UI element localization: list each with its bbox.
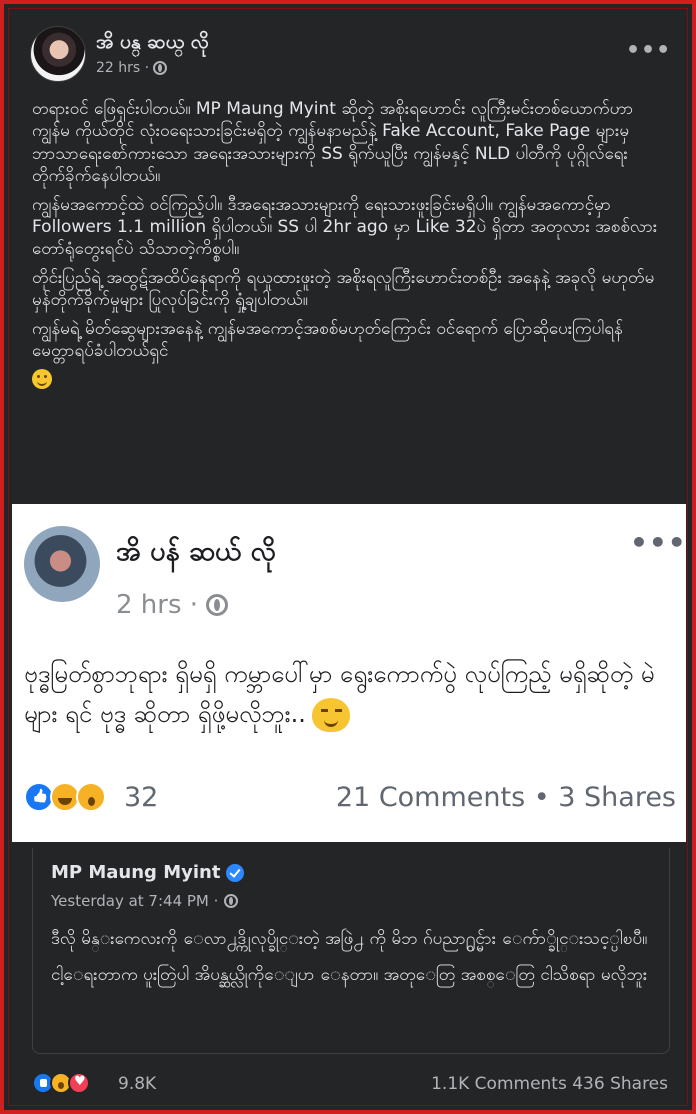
embedded-comment-share-stats: 21 Comments • 3 Shares (335, 782, 676, 813)
post-time[interactable]: 22 hrs · (96, 60, 149, 76)
embedded-more-icon: ••• (630, 526, 687, 559)
embedded-post-screenshot[interactable]: အိ ပန် ဆယ် လို 2 hrs · ••• ဗုဒ္ဓမြတ်စွာဘ… (12, 504, 686, 842)
globe-icon (153, 61, 168, 75)
screenshot-frame: အိ ပန္ ဆယ္ လို 22 hrs · ••• တရားဝင် ဖြေရ… (0, 0, 696, 1114)
author-name[interactable]: အိ ပန္ ဆယ္ လို (96, 30, 209, 58)
post-paragraph: တိုင်းပြည်ရဲ့ အထွဋ်အထိပ်နေရာကို ရယူထားဖူ… (32, 267, 655, 311)
post-header: အိ ပန္ ဆယ္ လို 22 hrs · ••• (30, 26, 670, 84)
post-meta: 22 hrs · (96, 60, 168, 76)
embedded-globe-icon (206, 594, 229, 616)
quoted-post-meta: Yesterday at 7:44 PM · (51, 892, 239, 910)
reaction-count[interactable]: 9.8K (118, 1074, 156, 1094)
embedded-author-avatar (24, 526, 100, 602)
embedded-author-name: အိ ပန် ဆယ် လို (116, 536, 276, 567)
love-reaction-icon[interactable] (68, 1072, 90, 1094)
post-reactions-bar: 9.8K 1.1K Comments 436 Shares (32, 1068, 668, 1100)
smile-emoji-icon (32, 369, 52, 390)
quoted-post-text: ဒီလို မိန္းကေလးကို ေလာ႕ဒ္ကိုလုပ္ခိုင္းတဲ… (51, 926, 651, 998)
quoted-post-card[interactable]: MP Maung Myint Yesterday at 7:44 PM · ဒီ… (32, 848, 670, 1054)
quoted-author: MP Maung Myint (51, 862, 245, 883)
quoted-post-time[interactable]: Yesterday at 7:44 PM · (51, 892, 218, 910)
embedded-post-meta: 2 hrs · (116, 590, 229, 620)
quoted-paragraph: ဒီလို မိန္းကေလးကို ေလာ႕ဒ္ကိုလုပ္ခိုင္းတဲ… (51, 929, 648, 949)
globe-icon (224, 894, 239, 908)
author-avatar[interactable] (30, 26, 86, 82)
post-paragraph: ကျွန်မရဲ့ မိတ်ဆွေများအနေနဲ့ ကျွန်မအကောင့… (32, 318, 623, 362)
post-paragraph: ကျွန်မအကောင့်ထဲ ဝင်ကြည့်ပါ။ ဒီအရေးအသားမျ… (32, 194, 658, 260)
embedded-post-time: 2 hrs · (116, 590, 199, 620)
smirk-emoji-icon (311, 698, 350, 732)
embedded-reactions-bar: 32 21 Comments • 3 Shares (24, 778, 676, 818)
wow-reaction-icon (76, 782, 106, 812)
more-options-button[interactable]: ••• (626, 38, 671, 63)
post-text: တရားဝင် ဖြေရှင်းပါတယ်။ MP Maung Myint ဆိ… (32, 98, 668, 391)
verified-badge-icon (226, 863, 245, 882)
embedded-reaction-count: 32 (124, 782, 159, 813)
post-paragraph: တရားဝင် ဖြေရှင်းပါတယ်။ MP Maung Myint ဆိ… (32, 99, 634, 187)
embedded-post-text: ဗုဒ္ဓမြတ်စွာဘုရား ရှိမရှိ ကမ္ဘာပေါ်မှာ ရ… (24, 654, 674, 734)
quoted-paragraph: ငါ့ေရးတာက ပူးတြဲပါ အိပန္ဆယ္လိုကိုေျပာ ေန… (51, 965, 648, 985)
comment-share-stats[interactable]: 1.1K Comments 436 Shares (431, 1074, 668, 1094)
quoted-author-name[interactable]: MP Maung Myint (51, 862, 220, 883)
